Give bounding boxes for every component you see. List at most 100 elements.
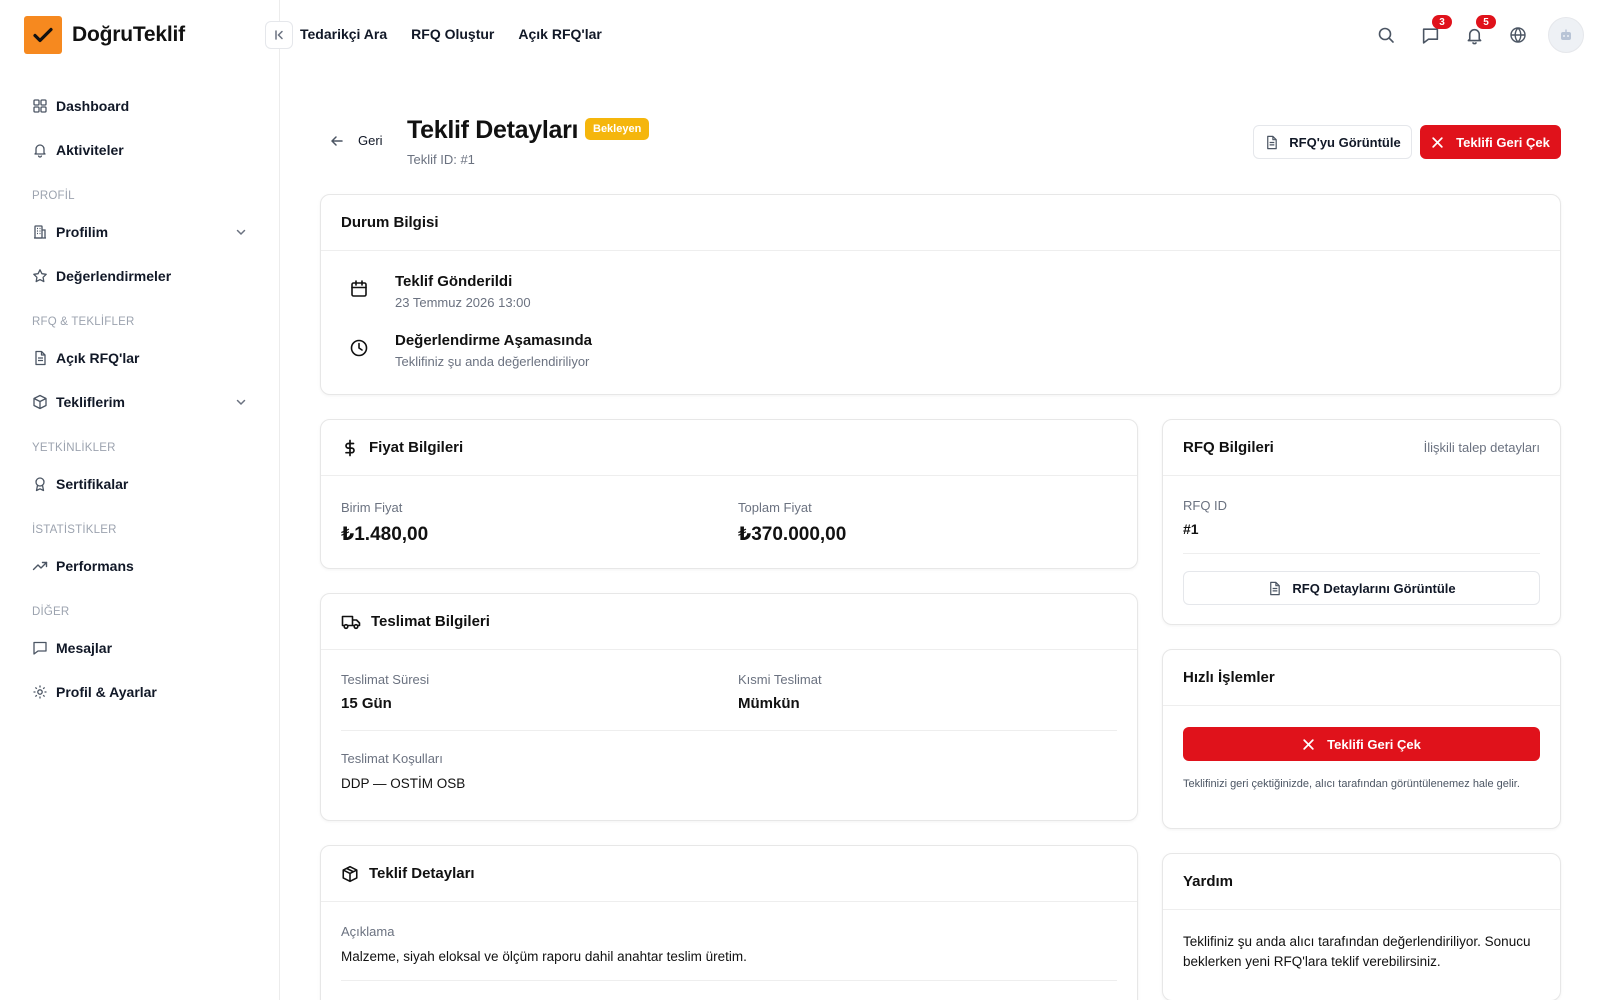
rfq-info-card: RFQ Bilgileri İlişkili talep detayları R…: [1162, 419, 1561, 625]
view-rfq-label: RFQ'yu Görüntüle: [1289, 134, 1401, 150]
sidebar-item-label: Profil & Ayarlar: [56, 684, 157, 700]
sidebar-section-profile: PROFİL: [32, 190, 75, 202]
top-nav: Tedarikçi Ara RFQ Oluştur Açık RFQ'lar: [300, 26, 602, 42]
sidebar-section-rfq: RFQ & TEKLİFLER: [32, 316, 135, 328]
check-logo-icon: [24, 16, 62, 54]
view-rfq-details-button[interactable]: RFQ Detaylarını Görüntüle: [1183, 571, 1540, 605]
unit-price-value: ₺1.480,00: [341, 524, 429, 545]
help-card: Yardım Teklifiniz şu anda alıcı tarafınd…: [1162, 853, 1561, 1000]
brand-name: DoğruTeklif: [72, 23, 185, 46]
status-card: Durum Bilgisi Teklif Gönderildi 23 Temmu…: [320, 194, 1561, 395]
timeline-title: Değerlendirme Aşamasında: [395, 332, 593, 349]
collapse-sidebar-button[interactable]: [265, 21, 293, 49]
withdraw-offer-button[interactable]: Teklifi Geri Çek: [1420, 125, 1561, 159]
sidebar-item-label: Dashboard: [56, 98, 130, 114]
sidebar-item-performance[interactable]: Performans: [24, 544, 260, 588]
sidebar-item-my-offers[interactable]: Tekliflerim: [24, 380, 260, 424]
price-card-title: Fiyat Bilgileri: [369, 439, 464, 456]
timeline-item-evaluation: Değerlendirme Aşamasında Teklifiniz şu a…: [349, 332, 1532, 369]
rfq-id-label: RFQ ID: [1183, 498, 1228, 513]
sidebar-item-dashboard[interactable]: Dashboard: [24, 84, 260, 128]
divider: [1183, 553, 1540, 554]
timeline-subtitle: 23 Temmuz 2026 13:00: [395, 295, 531, 310]
price-card: Fiyat Bilgileri Birim Fiyat ₺1.480,00 To…: [320, 419, 1138, 569]
withdraw-offer-label: Teklifi Geri Çek: [1456, 134, 1550, 150]
quick-withdraw-button[interactable]: Teklifi Geri Çek: [1183, 727, 1540, 761]
delivery-card-title: Teslimat Bilgileri: [371, 613, 490, 630]
delivery-terms-value: DDP — OSTİM OSB: [341, 776, 466, 791]
star-icon: [33, 269, 47, 283]
help-text: Teklifiniz şu anda alıcı tarafından değe…: [1183, 934, 1531, 969]
package-icon: [342, 865, 358, 882]
status-badge: Bekleyen: [585, 118, 650, 140]
sidebar-item-my-profile[interactable]: Profilim: [24, 210, 260, 254]
document-icon: [1267, 135, 1278, 149]
timeline-subtitle: Teklifiniz şu anda değerlendiriliyor: [395, 354, 590, 369]
view-rfq-button[interactable]: RFQ'yu Görüntüle: [1253, 125, 1412, 159]
top-actions: 3 5: [1372, 15, 1584, 54]
offer-id: Teklif ID: #1: [407, 152, 475, 167]
sidebar-item-label: Sertifikalar: [56, 476, 129, 492]
search-icon: [1378, 27, 1394, 43]
award-icon: [35, 477, 45, 492]
page-title: Teklif Detayları: [407, 116, 579, 144]
back-button[interactable]: Geri: [330, 133, 383, 148]
calendar-icon: [351, 280, 367, 297]
price-card-header: Fiyat Bilgileri: [321, 420, 1137, 476]
brand-logo[interactable]: DoğruTeklif: [24, 16, 185, 54]
close-icon: [1303, 738, 1314, 750]
delivery-duration-label: Teslimat Süresi: [341, 672, 430, 687]
sidebar-item-label: Değerlendirmeler: [56, 268, 172, 284]
sidebar-nav: Dashboard Aktiviteler PROFİL Profilim De…: [24, 84, 260, 714]
sidebar-item-label: Tekliflerim: [56, 394, 125, 410]
dollar-icon: [345, 439, 355, 456]
building-icon: [34, 225, 46, 239]
back-label: Geri: [358, 133, 383, 148]
sidebar-item-reviews[interactable]: Değerlendirmeler: [24, 254, 260, 298]
gear-icon: [33, 685, 47, 699]
offer-details-card: Teklif Detayları Açıklama Malzeme, siyah…: [320, 845, 1138, 1000]
top-nav-open-rfqs[interactable]: Açık RFQ'lar: [518, 26, 601, 42]
sidebar-section-competencies: YETKİNLİKLER: [32, 442, 116, 454]
offer-details-card-header: Teklif Detayları: [321, 846, 1137, 902]
sidebar-item-label: Performans: [56, 558, 134, 574]
sidebar-item-messages[interactable]: Mesajlar: [24, 626, 260, 670]
unit-price-label: Birim Fiyat: [341, 500, 403, 515]
globe-icon: [1510, 27, 1526, 43]
quick-actions-card-title: Hızlı İşlemler: [1163, 650, 1560, 706]
status-card-title: Durum Bilgisi: [321, 195, 1560, 251]
search-button[interactable]: [1372, 16, 1400, 54]
sidebar: DoğruTeklif Dashboard Aktiviteler PROFİL…: [0, 0, 280, 1000]
language-button[interactable]: [1504, 16, 1532, 54]
top-nav-supplier-search[interactable]: Tedarikçi Ara: [300, 26, 387, 42]
sidebar-item-settings[interactable]: Profil & Ayarlar: [24, 670, 260, 714]
sidebar-section-other: DİĞER: [32, 606, 70, 618]
sidebar-item-label: Profilim: [56, 224, 109, 240]
messages-button[interactable]: 3: [1416, 15, 1452, 54]
package-icon: [33, 394, 47, 410]
divider: [341, 980, 1117, 981]
total-price-value: ₺370.000,00: [738, 524, 847, 545]
partial-delivery-label: Kısmi Teslimat: [738, 672, 822, 687]
help-card-title: Yardım: [1163, 854, 1560, 910]
avatar[interactable]: [1548, 17, 1584, 53]
delivery-card-header: Teslimat Bilgileri: [321, 594, 1137, 650]
clock-icon: [350, 339, 368, 357]
trending-up-icon: [32, 561, 48, 571]
description-value: Malzeme, siyah eloksal ve ölçüm raporu d…: [341, 949, 747, 964]
notifications-button[interactable]: 5: [1460, 15, 1496, 54]
offer-details-card-title: Teklif Detayları: [369, 865, 475, 882]
partial-delivery-value: Mümkün: [738, 695, 800, 712]
quick-withdraw-label: Teklifi Geri Çek: [1327, 736, 1421, 752]
arrow-left-icon: [331, 135, 343, 146]
withdraw-note: Teklifinizi geri çektiğinizde, alıcı tar…: [1183, 778, 1520, 790]
top-nav-create-rfq[interactable]: RFQ Oluştur: [411, 26, 494, 42]
sidebar-item-open-rfqs[interactable]: Açık RFQ'lar: [24, 336, 260, 380]
sidebar-item-activities[interactable]: Aktiviteler: [24, 128, 260, 172]
sidebar-item-certificates[interactable]: Sertifikalar: [24, 462, 260, 506]
sidebar-item-label: Açık RFQ'lar: [56, 350, 140, 366]
notifications-count-badge: 5: [1476, 15, 1496, 29]
view-rfq-details-label: RFQ Detaylarını Görüntüle: [1292, 580, 1456, 596]
timeline-title: Teklif Gönderildi: [395, 273, 513, 290]
truck-icon: [341, 615, 361, 629]
